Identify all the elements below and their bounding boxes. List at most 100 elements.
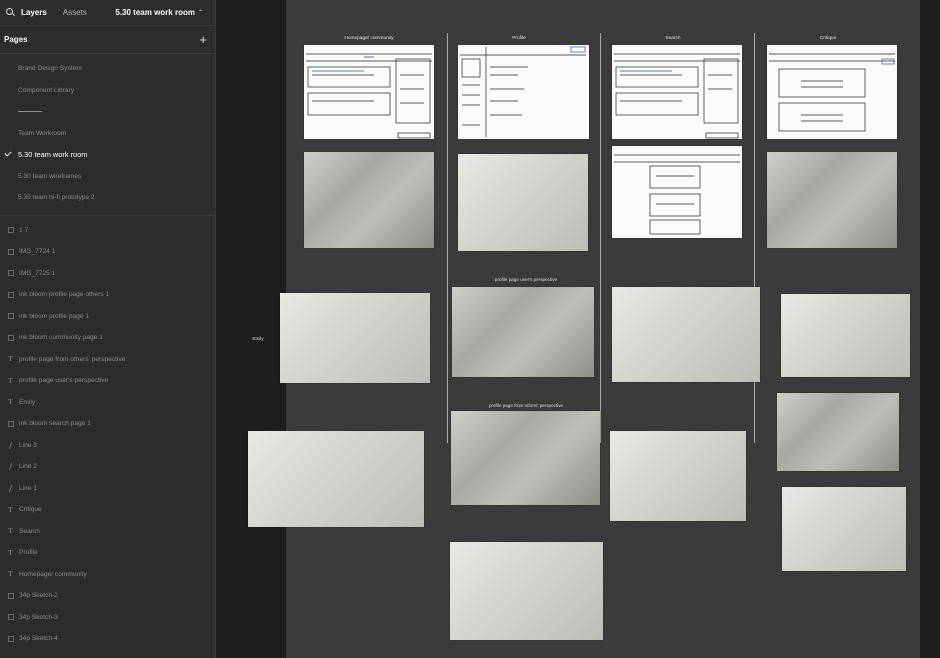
layer-item[interactable]: IMG_7724 1: [0, 241, 215, 263]
file-name-dropdown[interactable]: 5.30 team work room ⌃: [115, 8, 203, 17]
layer-item[interactable]: ink bloom community page 1: [0, 327, 215, 349]
layer-label: Homepage/ community: [19, 570, 87, 578]
column-divider-line[interactable]: [600, 33, 602, 443]
layer-item[interactable]: IMG_7725 1: [0, 263, 215, 285]
text-glyph-icon: T: [8, 355, 13, 364]
tab-assets[interactable]: Assets: [63, 8, 87, 17]
page-item-active[interactable]: 5.30 team work room: [0, 144, 215, 166]
wireframe-search-results[interactable]: [612, 146, 742, 238]
line-layer-icon: [5, 463, 16, 471]
layer-item[interactable]: 1 7: [0, 220, 215, 242]
layer-label: 34p Sketch-3: [19, 613, 58, 621]
wireframe-drawing: [614, 154, 740, 235]
wireframe-drawing: [769, 53, 895, 132]
layer-item[interactable]: 34p Sketch-2: [0, 585, 215, 607]
canvas[interactable]: Emily Homepage/ community Profile Search…: [216, 0, 940, 658]
image-layer-icon: [5, 312, 16, 320]
line-shape-icon: [8, 463, 13, 471]
image-layer-icon: [5, 334, 16, 342]
layer-label: IMG_7724 1: [19, 248, 56, 256]
chevron-up-icon: ⌃: [197, 10, 203, 16]
layer-item[interactable]: T Search: [0, 521, 215, 543]
image-layer-icon: [5, 635, 16, 643]
sketch-photo-profile[interactable]: [458, 154, 588, 251]
sketch-photo-critique-4[interactable]: [782, 487, 906, 571]
text-layer-icon: T: [5, 549, 16, 557]
pages-title: Pages: [4, 35, 28, 44]
layer-label: 34p Sketch-2: [19, 592, 58, 600]
layer-item[interactable]: Line 3: [0, 435, 215, 457]
column-title-search[interactable]: Search: [608, 36, 738, 41]
page-list: Brand Design System Component Library Te…: [0, 54, 215, 216]
page-separator[interactable]: [0, 101, 215, 123]
image-layer-icon: [5, 613, 16, 621]
sketch-photo-emily[interactable]: [280, 293, 430, 383]
column-title-homepage[interactable]: Homepage/ community: [304, 36, 434, 41]
sketch-photo-critique[interactable]: [767, 152, 897, 248]
sketch-photo-homepage[interactable]: [304, 152, 434, 248]
wireframe-critique[interactable]: [767, 45, 897, 139]
frame-shape-icon: [7, 592, 14, 599]
caption-others-perspective[interactable]: profile page from others' perspective: [452, 403, 600, 408]
sketch-photo-profile-user[interactable]: [452, 287, 594, 377]
page-item-label: Team Workroom: [18, 129, 67, 137]
layer-item[interactable]: ink bloom profile page others 1: [0, 284, 215, 306]
layer-item[interactable]: T Emily: [0, 392, 215, 414]
sketch-photo-profile-others[interactable]: [451, 411, 600, 505]
layer-item[interactable]: Line 1: [0, 478, 215, 500]
layer-item[interactable]: T Critique: [0, 499, 215, 521]
text-layer-icon: T: [5, 355, 16, 363]
layer-label: IMG_7725 1: [19, 269, 56, 277]
layer-item[interactable]: 34p Sketch-3: [0, 607, 215, 629]
wireframe-drawing: [306, 53, 432, 139]
page-item[interactable]: 5.30 team wireframes: [0, 166, 215, 188]
add-page-icon[interactable]: +: [199, 33, 207, 46]
layer-label: Profile: [19, 549, 38, 557]
page-item[interactable]: 5.30 team hi-fi prototype 2: [0, 187, 215, 209]
page-item[interactable]: Component Library: [0, 80, 215, 102]
frame-shape-icon: [7, 227, 14, 234]
layer-item[interactable]: 34p Sketch-4: [0, 628, 215, 650]
column-title-profile[interactable]: Profile: [454, 36, 584, 41]
sketch-photo-search-2[interactable]: [612, 287, 760, 382]
column-title-critique[interactable]: Critique: [763, 36, 893, 41]
layer-item[interactable]: Tprofile page user's perspective: [0, 370, 215, 392]
text-glyph-icon: T: [8, 505, 13, 514]
layer-label: Critique: [19, 506, 42, 514]
line-layer-icon: [5, 484, 16, 492]
search-icon[interactable]: [6, 8, 15, 17]
wireframe-search[interactable]: [612, 45, 742, 139]
layer-item[interactable]: ink bloom search page 1: [0, 413, 215, 435]
tab-layers[interactable]: Layers: [21, 8, 47, 17]
sketch-photo-critique-3[interactable]: [777, 393, 899, 471]
text-layer-icon: T: [5, 506, 16, 514]
sketch-photo-community-page[interactable]: [248, 431, 424, 527]
text-glyph-icon: T: [8, 527, 13, 536]
layer-label: Line 1: [19, 484, 37, 492]
pages-header: Pages +: [0, 26, 215, 54]
layer-item[interactable]: ink bloom profile page 1: [0, 306, 215, 328]
column-divider-line[interactable]: [447, 33, 449, 443]
frame-shape-icon: [7, 270, 14, 277]
workroom-board[interactable]: Homepage/ community Profile Search Criti…: [248, 0, 920, 658]
wireframe-homepage[interactable]: [304, 45, 434, 139]
page-item-label: 5.30 team wireframes: [18, 172, 82, 180]
layer-label: ink bloom community page 1: [19, 334, 103, 342]
caption-user-perspective[interactable]: profile page user's perspective: [458, 277, 594, 282]
page-item[interactable]: Brand Design System: [0, 58, 215, 80]
layer-item[interactable]: T Profile: [0, 542, 215, 564]
layer-label: Line 3: [19, 441, 37, 449]
panel-topbar: Layers Assets 5.30 team work room ⌃: [0, 0, 215, 26]
frame-shape-icon: [7, 248, 14, 255]
layer-item[interactable]: T Homepage/ community: [0, 564, 215, 586]
layer-item[interactable]: Tprofile page from others' perspective: [0, 349, 215, 371]
text-glyph-icon: T: [8, 548, 13, 557]
file-name: 5.30 team work room: [115, 8, 195, 17]
layer-item[interactable]: Line 2: [0, 456, 215, 478]
sketch-photo-critique-2[interactable]: [781, 294, 910, 377]
emily-label[interactable]: Emily: [246, 336, 270, 341]
sketch-photo-profile-page[interactable]: [450, 542, 603, 640]
page-item[interactable]: Team Workroom: [0, 123, 215, 145]
sketch-photo-search-page[interactable]: [610, 431, 746, 521]
wireframe-profile[interactable]: [458, 45, 589, 139]
